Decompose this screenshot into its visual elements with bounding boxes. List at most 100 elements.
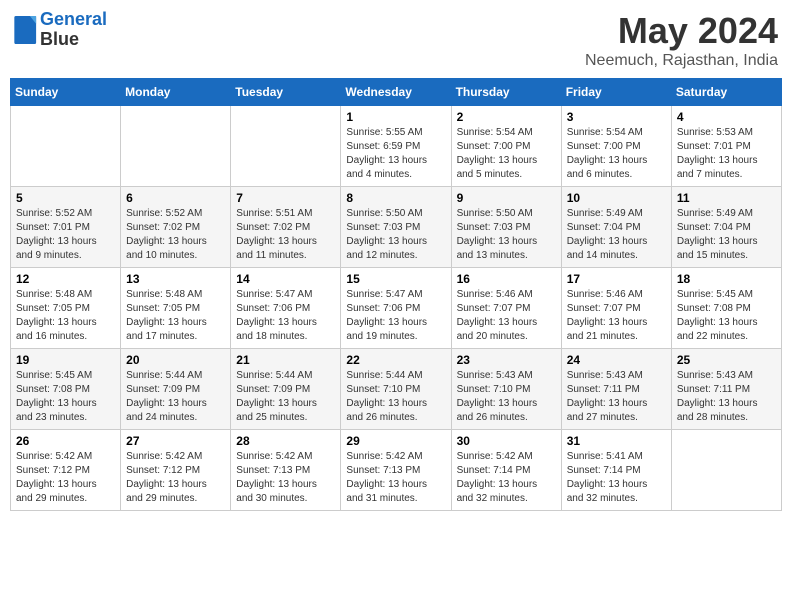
title-block: May 2024 Neemuch, Rajasthan, India [585, 10, 778, 70]
day-number: 23 [457, 353, 556, 367]
day-detail: Sunrise: 5:42 AMSunset: 7:12 PMDaylight:… [16, 450, 115, 506]
day-number: 24 [567, 353, 666, 367]
calendar-week-row: 19 Sunrise: 5:45 AMSunset: 7:08 PMDayligh… [11, 349, 782, 430]
calendar-cell: 25 Sunrise: 5:43 AMSunset: 7:11 PMDayligh… [671, 349, 781, 430]
day-of-week-header: Saturday [671, 79, 781, 106]
day-of-week-header: Wednesday [341, 79, 451, 106]
calendar-table: SundayMondayTuesdayWednesdayThursdayFrid… [10, 78, 782, 511]
calendar-week-row: 26Sunrise: 5:42 AMSunset: 7:12 PMDayligh… [11, 430, 782, 511]
calendar-cell: 23 Sunrise: 5:43 AMSunset: 7:10 PMDayligh… [451, 349, 561, 430]
day-number: 28 [236, 434, 335, 448]
day-detail: Sunrise: 5:44 AMSunset: 7:09 PMDaylight:… [126, 369, 225, 425]
calendar-cell: 17 Sunrise: 5:46 AMSunset: 7:07 PMDayligh… [561, 268, 671, 349]
calendar-cell: 7 Sunrise: 5:51 AMSunset: 7:02 PMDaylight… [231, 187, 341, 268]
day-number: 29 [346, 434, 445, 448]
day-detail: Sunrise: 5:51 AMSunset: 7:02 PMDaylight:… [236, 207, 335, 263]
calendar-cell: 16Sunrise: 5:46 AMSunset: 7:07 PMDayligh… [451, 268, 561, 349]
day-detail: Sunrise: 5:54 AMSunset: 7:00 PMDaylight:… [567, 126, 666, 182]
day-detail: Sunrise: 5:47 AMSunset: 7:06 PMDaylight:… [236, 288, 335, 344]
day-detail: Sunrise: 5:41 AMSunset: 7:14 PMDaylight:… [567, 450, 666, 506]
calendar-cell: 31 Sunrise: 5:41 AMSunset: 7:14 PMDayligh… [561, 430, 671, 511]
calendar-cell: 10Sunrise: 5:49 AMSunset: 7:04 PMDayligh… [561, 187, 671, 268]
day-number: 30 [457, 434, 556, 448]
day-number: 8 [346, 191, 445, 205]
location: Neemuch, Rajasthan, India [585, 52, 778, 70]
calendar-week-row: 12 Sunrise: 5:48 AMSunset: 7:05 PMDayligh… [11, 268, 782, 349]
calendar-cell: 18Sunrise: 5:45 AMSunset: 7:08 PMDayligh… [671, 268, 781, 349]
day-number: 19 [16, 353, 115, 367]
day-detail: Sunrise: 5:52 AMSunset: 7:01 PMDaylight:… [16, 207, 115, 263]
page-header: General Blue May 2024 Neemuch, Rajasthan… [10, 10, 782, 70]
day-number: 15 [346, 272, 445, 286]
day-number: 7 [236, 191, 335, 205]
day-number: 12 [16, 272, 115, 286]
calendar-cell: 20 Sunrise: 5:44 AMSunset: 7:09 PMDayligh… [121, 349, 231, 430]
calendar-cell: 5Sunrise: 5:52 AMSunset: 7:01 PMDaylight… [11, 187, 121, 268]
calendar-cell: 9 Sunrise: 5:50 AMSunset: 7:03 PMDaylight… [451, 187, 561, 268]
logo-line2: Blue [40, 30, 107, 50]
logo-icon [14, 16, 38, 44]
logo: General Blue [14, 10, 107, 50]
day-detail: Sunrise: 5:42 AMSunset: 7:12 PMDaylight:… [126, 450, 225, 506]
day-number: 14 [236, 272, 335, 286]
day-of-week-header: Tuesday [231, 79, 341, 106]
calendar-cell: 4 Sunrise: 5:53 AMSunset: 7:01 PMDaylight… [671, 106, 781, 187]
calendar-cell: 11Sunrise: 5:49 AMSunset: 7:04 PMDayligh… [671, 187, 781, 268]
day-number: 13 [126, 272, 225, 286]
calendar-cell: 14 Sunrise: 5:47 AMSunset: 7:06 PMDayligh… [231, 268, 341, 349]
day-detail: Sunrise: 5:47 AMSunset: 7:06 PMDaylight:… [346, 288, 445, 344]
day-number: 22 [346, 353, 445, 367]
day-number: 21 [236, 353, 335, 367]
logo-text: General Blue [40, 10, 107, 50]
day-detail: Sunrise: 5:45 AMSunset: 7:08 PMDaylight:… [677, 288, 776, 344]
calendar-cell: 12Sunrise: 5:48 AMSunset: 7:05 PMDayligh… [11, 268, 121, 349]
day-number: 3 [567, 110, 666, 124]
day-detail: Sunrise: 5:53 AMSunset: 7:01 PMDaylight:… [677, 126, 776, 182]
calendar-cell: 19 Sunrise: 5:45 AMSunset: 7:08 PMDayligh… [11, 349, 121, 430]
day-detail: Sunrise: 5:55 AMSunset: 6:59 PMDaylight:… [346, 126, 445, 182]
day-detail: Sunrise: 5:42 AMSunset: 7:13 PMDaylight:… [346, 450, 445, 506]
day-detail: Sunrise: 5:43 AMSunset: 7:11 PMDaylight:… [567, 369, 666, 425]
calendar-cell: 26Sunrise: 5:42 AMSunset: 7:12 PMDayligh… [11, 430, 121, 511]
logo-line1: General [40, 9, 107, 29]
day-number: 10 [567, 191, 666, 205]
calendar-cell: 8 Sunrise: 5:50 AMSunset: 7:03 PMDaylight… [341, 187, 451, 268]
day-detail: Sunrise: 5:44 AMSunset: 7:09 PMDaylight:… [236, 369, 335, 425]
day-of-week-header: Sunday [11, 79, 121, 106]
calendar-cell [671, 430, 781, 511]
calendar-cell: 27Sunrise: 5:42 AMSunset: 7:12 PMDayligh… [121, 430, 231, 511]
calendar-cell [231, 106, 341, 187]
day-detail: Sunrise: 5:42 AMSunset: 7:14 PMDaylight:… [457, 450, 556, 506]
calendar-cell [121, 106, 231, 187]
day-detail: Sunrise: 5:50 AMSunset: 7:03 PMDaylight:… [457, 207, 556, 263]
calendar-cell: 24 Sunrise: 5:43 AMSunset: 7:11 PMDayligh… [561, 349, 671, 430]
calendar-cell: 22Sunrise: 5:44 AMSunset: 7:10 PMDayligh… [341, 349, 451, 430]
calendar-cell: 15 Sunrise: 5:47 AMSunset: 7:06 PMDayligh… [341, 268, 451, 349]
day-detail: Sunrise: 5:49 AMSunset: 7:04 PMDaylight:… [677, 207, 776, 263]
day-number: 9 [457, 191, 556, 205]
day-of-week-header: Thursday [451, 79, 561, 106]
calendar-cell: 30 Sunrise: 5:42 AMSunset: 7:14 PMDayligh… [451, 430, 561, 511]
day-number: 17 [567, 272, 666, 286]
calendar-cell: 2Sunrise: 5:54 AMSunset: 7:00 PMDaylight… [451, 106, 561, 187]
day-number: 1 [346, 110, 445, 124]
day-detail: Sunrise: 5:54 AMSunset: 7:00 PMDaylight:… [457, 126, 556, 182]
calendar-cell: 1 Sunrise: 5:55 AMSunset: 6:59 PMDaylight… [341, 106, 451, 187]
day-detail: Sunrise: 5:52 AMSunset: 7:02 PMDaylight:… [126, 207, 225, 263]
month-title: May 2024 [585, 10, 778, 52]
day-detail: Sunrise: 5:46 AMSunset: 7:07 PMDaylight:… [567, 288, 666, 344]
day-number: 20 [126, 353, 225, 367]
day-of-week-header: Friday [561, 79, 671, 106]
day-number: 31 [567, 434, 666, 448]
day-detail: Sunrise: 5:45 AMSunset: 7:08 PMDaylight:… [16, 369, 115, 425]
day-detail: Sunrise: 5:50 AMSunset: 7:03 PMDaylight:… [346, 207, 445, 263]
day-detail: Sunrise: 5:43 AMSunset: 7:11 PMDaylight:… [677, 369, 776, 425]
day-of-week-header: Monday [121, 79, 231, 106]
day-number: 4 [677, 110, 776, 124]
calendar-cell: 3 Sunrise: 5:54 AMSunset: 7:00 PMDaylight… [561, 106, 671, 187]
calendar-week-row: 1 Sunrise: 5:55 AMSunset: 6:59 PMDaylight… [11, 106, 782, 187]
day-detail: Sunrise: 5:48 AMSunset: 7:05 PMDaylight:… [126, 288, 225, 344]
calendar-week-row: 5Sunrise: 5:52 AMSunset: 7:01 PMDaylight… [11, 187, 782, 268]
day-detail: Sunrise: 5:43 AMSunset: 7:10 PMDaylight:… [457, 369, 556, 425]
day-number: 25 [677, 353, 776, 367]
